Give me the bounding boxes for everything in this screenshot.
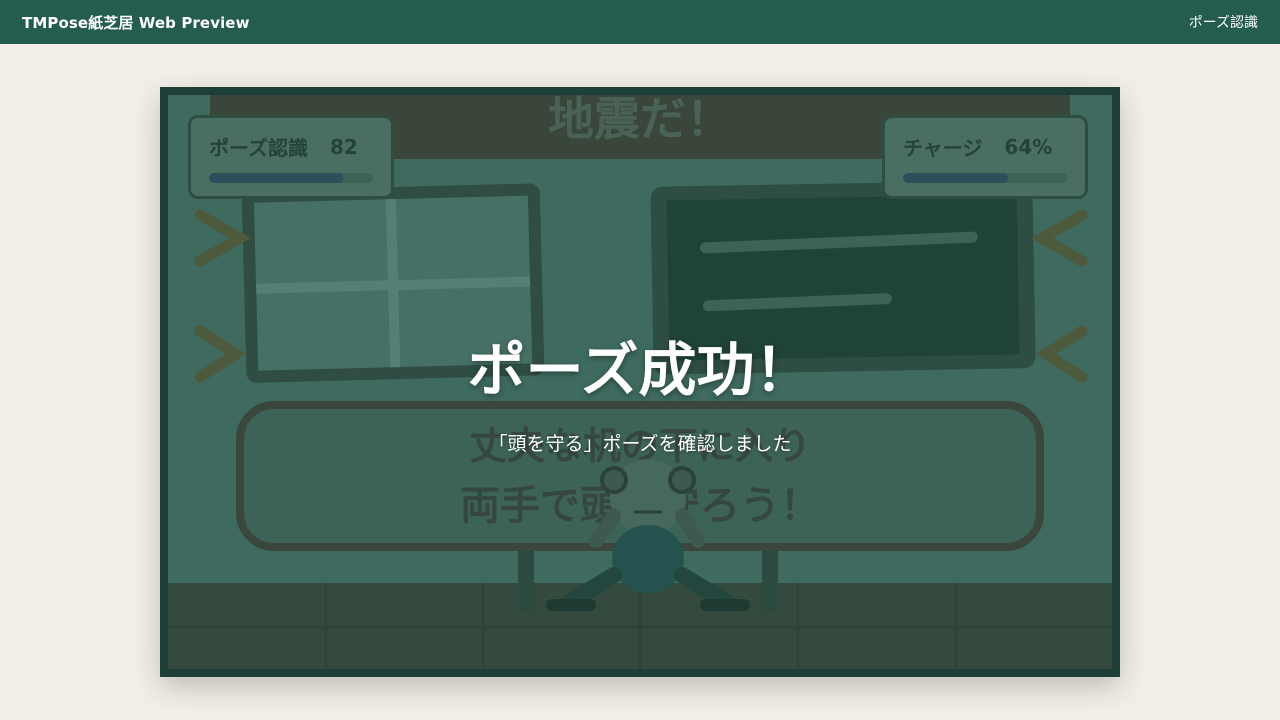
story-stage: 地震だ！ 丈夫な机の下に入り ポーズ認識 82 チャージ 64% ポーズ成功！ … bbox=[160, 87, 1120, 677]
success-title: ポーズ成功！ bbox=[467, 336, 813, 404]
top-bar: TMPose紙芝居 Web Preview ポーズ認識 bbox=[0, 0, 1280, 44]
app-title: TMPose紙芝居 Web Preview bbox=[22, 13, 250, 32]
pose-recognition-link[interactable]: ポーズ認識 bbox=[1189, 12, 1258, 32]
success-overlay: ポーズ成功！ 「頭を守る」ポーズを確認しました bbox=[168, 95, 1112, 669]
success-subtitle: 「頭を守る」ポーズを確認しました bbox=[488, 433, 792, 455]
